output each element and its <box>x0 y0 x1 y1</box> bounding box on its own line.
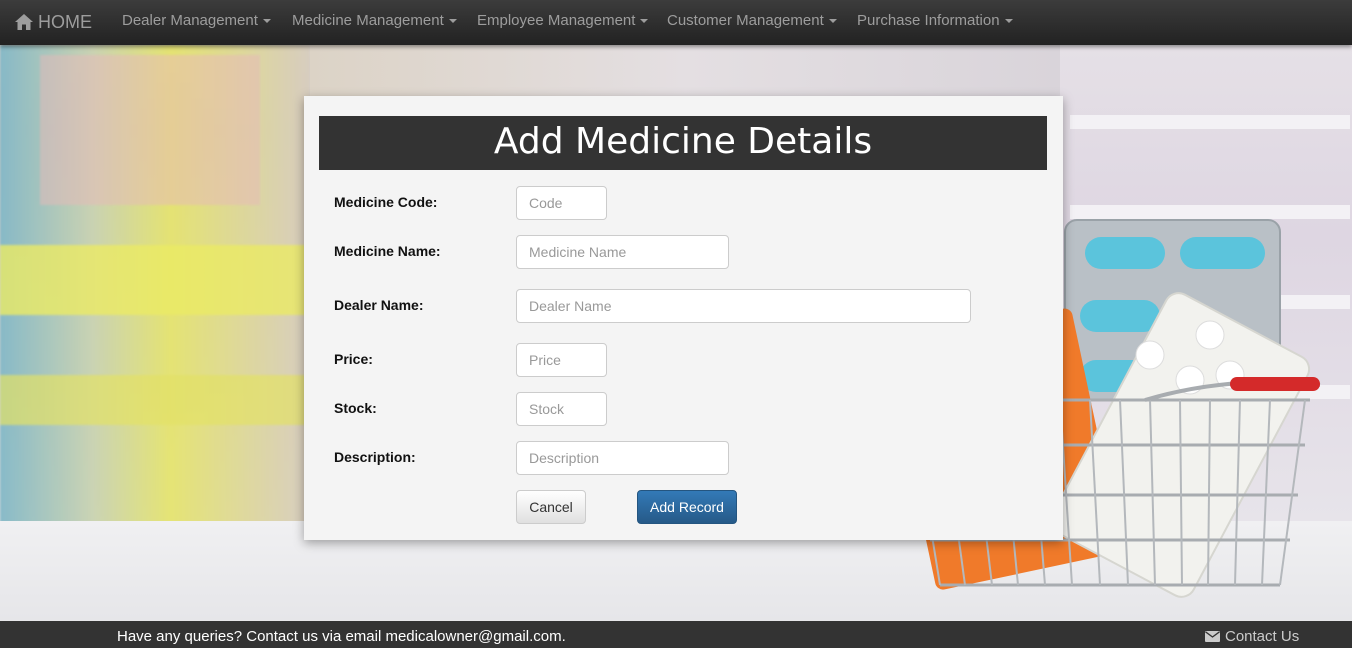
medicine-name-input[interactable] <box>516 235 729 269</box>
add-record-button[interactable]: Add Record <box>637 490 737 524</box>
medicine-code-input[interactable] <box>516 186 607 220</box>
nav-medicine-management-label: Medicine Management <box>292 12 444 29</box>
form-title: Add Medicine Details <box>319 116 1047 170</box>
caret-down-icon <box>262 19 271 24</box>
caret-down-icon <box>1004 19 1013 24</box>
caret-down-icon <box>640 19 649 24</box>
description-label: Description: <box>334 449 416 465</box>
home-label: HOME <box>38 11 92 32</box>
contact-us-label: Contact Us <box>1225 628 1300 645</box>
caret-down-icon <box>828 19 837 24</box>
footer-contact-text: Have any queries? Contact us via email m… <box>117 628 566 645</box>
stock-label: Stock: <box>334 400 377 416</box>
dealer-name-input[interactable] <box>516 289 971 323</box>
description-input[interactable] <box>516 441 729 475</box>
nav-purchase-information-label: Purchase Information <box>857 12 1000 29</box>
contact-us-link[interactable]: Contact Us <box>1205 628 1299 645</box>
medicine-code-label: Medicine Code: <box>334 194 438 210</box>
nav-purchase-information[interactable]: Purchase Information <box>857 12 1013 29</box>
dealer-name-label: Dealer Name: <box>334 297 424 313</box>
home-icon <box>15 14 33 30</box>
nav-employee-management-label: Employee Management <box>477 12 636 29</box>
envelope-icon <box>1205 631 1220 642</box>
caret-down-icon <box>448 19 457 24</box>
nav-medicine-management[interactable]: Medicine Management <box>292 12 457 29</box>
nav-dealer-management[interactable]: Dealer Management <box>122 12 271 29</box>
home-link[interactable]: HOME <box>14 10 92 34</box>
cancel-button[interactable]: Cancel <box>516 490 586 524</box>
price-label: Price: <box>334 351 373 367</box>
top-navbar: HOME Dealer Management Medicine Manageme… <box>0 0 1352 45</box>
footer: Have any queries? Contact us via email m… <box>0 621 1352 648</box>
background-shelf-top <box>310 45 1060 97</box>
price-input[interactable] <box>516 343 607 377</box>
stock-input[interactable] <box>516 392 607 426</box>
add-medicine-panel: Add Medicine Details Medicine Code: Medi… <box>304 96 1063 540</box>
nav-dealer-management-label: Dealer Management <box>122 12 258 29</box>
nav-customer-management[interactable]: Customer Management <box>667 12 837 29</box>
nav-customer-management-label: Customer Management <box>667 12 824 29</box>
background-shelf-left <box>0 45 310 523</box>
medicine-name-label: Medicine Name: <box>334 243 441 259</box>
nav-employee-management[interactable]: Employee Management <box>477 12 649 29</box>
